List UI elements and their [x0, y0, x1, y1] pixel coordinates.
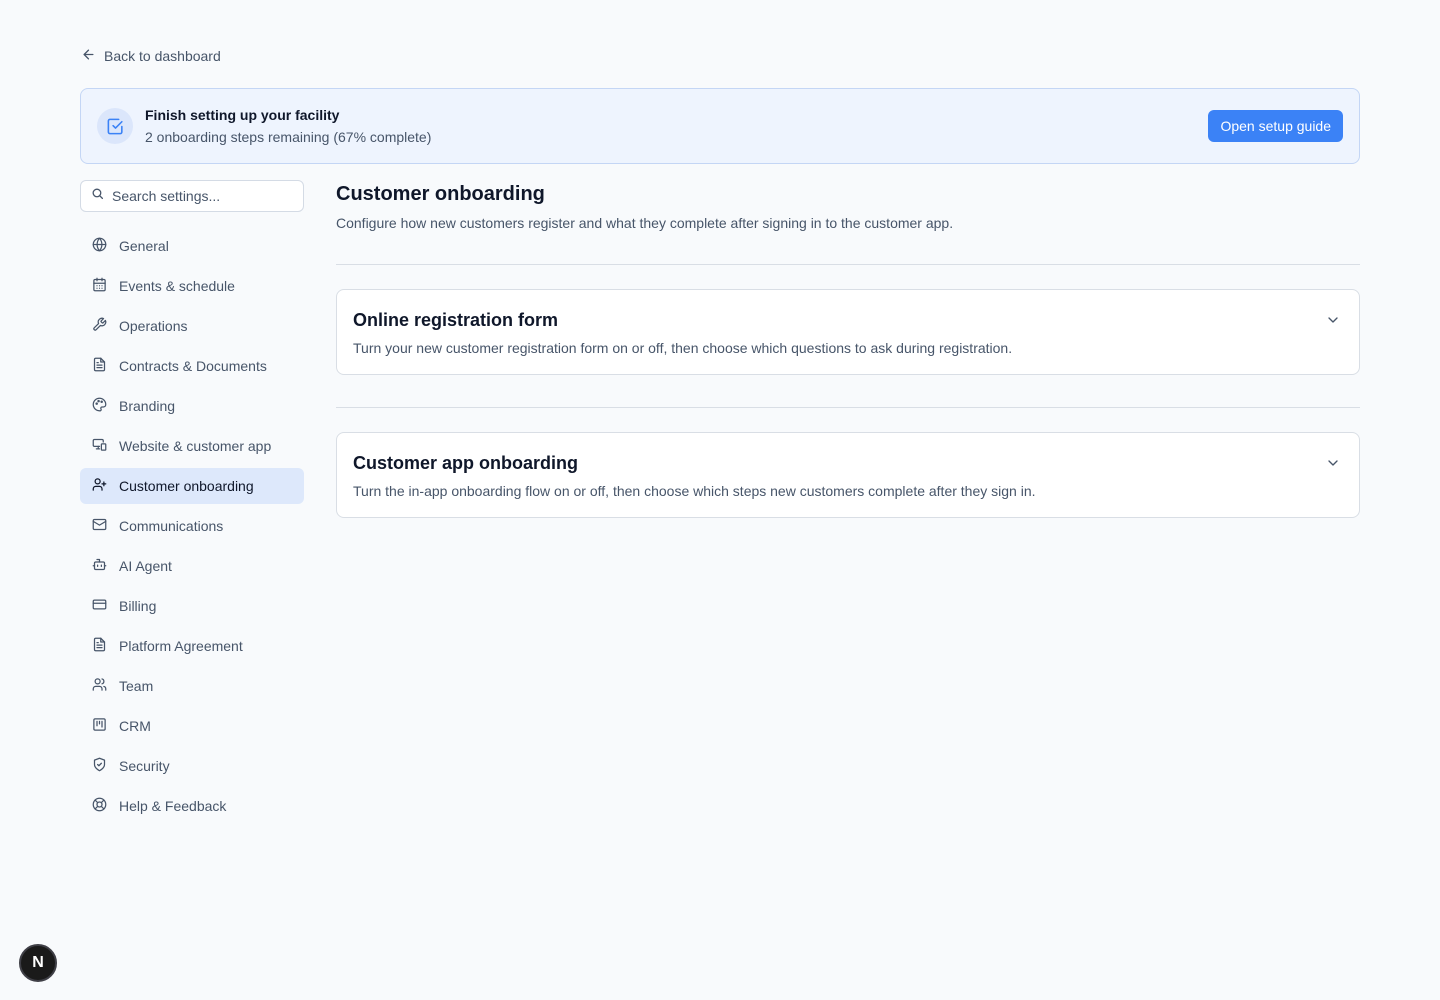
sidebar-item-label: Website & customer app — [119, 438, 272, 454]
banner-subtitle: 2 onboarding steps remaining (67% comple… — [145, 129, 432, 145]
sidebar-item-operations[interactable]: Operations — [80, 308, 304, 344]
online-registration-form-section[interactable]: Online registration form Turn your new c… — [336, 289, 1360, 375]
sidebar-item-team[interactable]: Team — [80, 668, 304, 704]
wrench-icon — [92, 317, 107, 335]
sidebar-item-label: CRM — [119, 718, 151, 734]
user-plus-icon — [92, 477, 107, 495]
sidebar-item-label: Customer onboarding — [119, 478, 254, 494]
arrow-left-icon — [81, 47, 96, 65]
palette-icon — [92, 397, 107, 415]
mail-icon — [92, 517, 107, 535]
calendar-icon — [92, 277, 107, 295]
sidebar-item-ai-agent[interactable]: AI Agent — [80, 548, 304, 584]
sidebar-item-label: Help & Feedback — [119, 798, 227, 814]
main-content: Customer onboarding Configure how new cu… — [336, 180, 1360, 518]
search-settings-field[interactable] — [80, 180, 304, 212]
page-description: Configure how new customers register and… — [336, 215, 954, 231]
settings-page: Back to dashboard Finish setting up your… — [0, 0, 1440, 1000]
sidebar-item-label: Team — [119, 678, 154, 694]
users-icon — [92, 677, 107, 695]
sidebar-item-label: Billing — [119, 598, 157, 614]
avatar[interactable]: N — [19, 944, 57, 982]
sidebar-item-help-feedback[interactable]: Help & Feedback — [80, 788, 304, 824]
document-icon — [92, 357, 107, 375]
document-icon — [92, 637, 107, 655]
search-icon — [91, 187, 104, 205]
sidebar-item-billing[interactable]: Billing — [80, 588, 304, 624]
setup-banner: Finish setting up your facility 2 onboar… — [80, 88, 1360, 164]
banner-title: Finish setting up your facility — [145, 107, 340, 123]
sidebar-item-security[interactable]: Security — [80, 748, 304, 784]
chevron-down-icon[interactable] — [1325, 455, 1341, 471]
back-link-label: Back to dashboard — [104, 48, 221, 64]
sidebar-item-label: Operations — [119, 318, 188, 334]
section-divider — [336, 407, 1360, 408]
customer-app-onboarding-section[interactable]: Customer app onboarding Turn the in-app … — [336, 432, 1360, 518]
sidebar-item-branding[interactable]: Branding — [80, 388, 304, 424]
sidebar-item-general[interactable]: General — [80, 228, 304, 264]
open-setup-guide-button[interactable]: Open setup guide — [1208, 110, 1343, 142]
sidebar-item-communications[interactable]: Communications — [80, 508, 304, 544]
kanban-icon — [92, 717, 107, 735]
sidebar-item-label: Platform Agreement — [119, 638, 243, 654]
sidebar-item-label: Events & schedule — [119, 278, 235, 294]
checkbox-icon — [97, 108, 133, 144]
section-title: Customer app onboarding — [353, 453, 578, 473]
back-to-dashboard-link[interactable]: Back to dashboard — [81, 46, 221, 66]
section-description: Turn the in-app onboarding flow on or of… — [353, 483, 1036, 499]
sidebar-item-label: Security — [119, 758, 170, 774]
sidebar-item-customer-onboarding[interactable]: Customer onboarding — [80, 468, 304, 504]
globe-icon — [92, 237, 107, 255]
shield-icon — [92, 757, 107, 775]
sidebar-item-label: Branding — [119, 398, 176, 414]
settings-sidebar: General Events & schedule Operations Con… — [80, 228, 304, 828]
sidebar-item-label: Contracts & Documents — [119, 358, 267, 374]
search-input[interactable] — [112, 188, 292, 204]
sidebar-item-label: AI Agent — [119, 558, 172, 574]
sidebar-item-label: Communications — [119, 518, 224, 534]
section-divider — [336, 264, 1360, 265]
sidebar-item-label: General — [119, 238, 169, 254]
devices-icon — [92, 437, 107, 455]
sidebar-item-contracts-documents[interactable]: Contracts & Documents — [80, 348, 304, 384]
sidebar-item-platform-agreement[interactable]: Platform Agreement — [80, 628, 304, 664]
sidebar-item-crm[interactable]: CRM — [80, 708, 304, 744]
page-title: Customer onboarding — [336, 183, 545, 205]
credit-card-icon — [92, 597, 107, 615]
lifebuoy-icon — [92, 797, 107, 815]
chevron-down-icon[interactable] — [1325, 312, 1341, 328]
section-description: Turn your new customer registration form… — [353, 340, 1013, 356]
sidebar-item-website-customer-app[interactable]: Website & customer app — [80, 428, 304, 464]
section-title: Online registration form — [353, 310, 559, 330]
sidebar-item-events-schedule[interactable]: Events & schedule — [80, 268, 304, 304]
bot-icon — [92, 557, 107, 575]
